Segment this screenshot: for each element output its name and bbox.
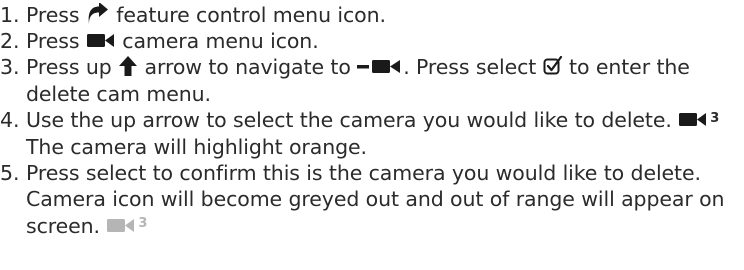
step-text: Press camera menu icon. <box>26 29 319 54</box>
step-text: Press select to confirm this is the came… <box>26 161 725 238</box>
camera-number-greyed: 3 <box>138 216 148 232</box>
up-arrow-icon <box>118 55 138 77</box>
camera-icon <box>678 111 708 127</box>
step-5: 5. Press select to confirm this is the c… <box>0 160 744 240</box>
step-number: 3. <box>0 55 20 80</box>
camera-greyed-icon <box>106 217 136 233</box>
step-text: Press feature control menu icon. <box>26 3 386 27</box>
step-text: Use the up arrow to select the camera yo… <box>26 107 720 159</box>
camera-number: 3 <box>710 110 720 126</box>
step-number: 4. <box>0 107 20 132</box>
delete-camera-icon <box>357 58 403 74</box>
step-1: 1. Press feature control menu icon. <box>0 2 744 28</box>
step-2: 2. Press camera menu icon. <box>0 28 744 54</box>
step-number: 1. <box>0 3 20 27</box>
step-number: 5. <box>0 161 20 186</box>
instruction-list: 1. Press feature control menu icon. 2. P… <box>0 2 744 240</box>
step-3: 3. Press up arrow to navigate to . Press… <box>0 54 744 106</box>
camera-icon <box>86 32 116 48</box>
step-4: 4. Use the up arrow to select the camera… <box>0 107 744 160</box>
feature-control-arrow-icon <box>86 3 110 25</box>
select-checkbox-icon <box>543 56 563 76</box>
step-text: Press up arrow to navigate to . Press se… <box>26 55 690 106</box>
step-number: 2. <box>0 29 20 54</box>
